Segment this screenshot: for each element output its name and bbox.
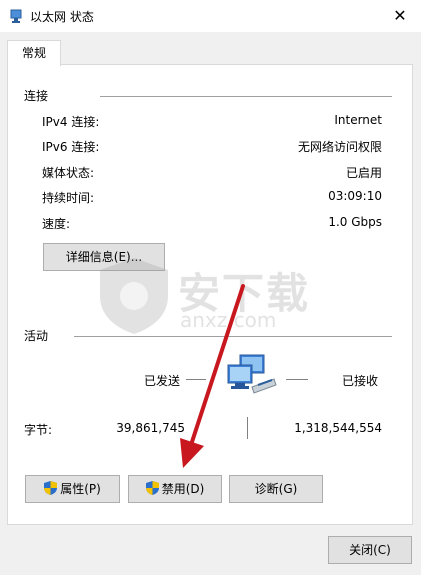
tab-general[interactable]: 常规 (7, 40, 61, 66)
uac-shield-icon (145, 481, 159, 495)
activity-section-title: 活动 (24, 329, 49, 343)
connection-section-title: 连接 (24, 89, 49, 103)
ipv6-label: IPv6 连接: (42, 140, 100, 154)
network-adapter-icon (10, 9, 22, 23)
received-dash (286, 379, 308, 380)
bytes-received-value: 1,318,544,554 (294, 421, 382, 435)
diagnose-button[interactable]: 诊断(G) (229, 475, 323, 503)
speed-value: 1.0 Gbps (328, 215, 382, 229)
disable-button[interactable]: 禁用(D) (128, 475, 222, 503)
network-activity-icon (227, 354, 277, 394)
properties-button-label: 属性(P) (60, 482, 101, 496)
duration-value: 03:09:10 (328, 189, 382, 203)
duration-label: 持续时间: (42, 191, 95, 205)
sent-dash (186, 379, 206, 380)
watermark: 安下载 anxz.com (100, 258, 330, 338)
window-title: 以太网 状态 (30, 10, 94, 24)
close-window-button[interactable]: ✕ (387, 4, 413, 28)
media-state-value: 已启用 (345, 166, 382, 180)
received-label: 已接收 (342, 374, 379, 388)
bytes-sent-value: 39,861,745 (116, 421, 185, 435)
watermark-shield-logo (100, 258, 168, 334)
disable-button-label: 禁用(D) (161, 482, 205, 496)
title-bar: 以太网 状态 ✕ (0, 0, 421, 32)
media-state-label: 媒体状态: (42, 166, 95, 180)
ipv4-value: Internet (334, 113, 382, 127)
bytes-label: 字节: (24, 423, 53, 437)
sent-label: 已发送 (144, 374, 181, 388)
ipv6-value: 无网络访问权限 (297, 140, 382, 154)
close-button[interactable]: 关闭(C) (328, 536, 412, 564)
uac-shield-icon (44, 481, 58, 495)
ipv4-label: IPv4 连接: (42, 115, 100, 129)
watermark-subtext: anxz.com (180, 308, 277, 332)
properties-button[interactable]: 属性(P) (25, 475, 120, 503)
bytes-divider (247, 417, 248, 439)
speed-label: 速度: (42, 217, 71, 231)
connection-divider (100, 96, 392, 97)
